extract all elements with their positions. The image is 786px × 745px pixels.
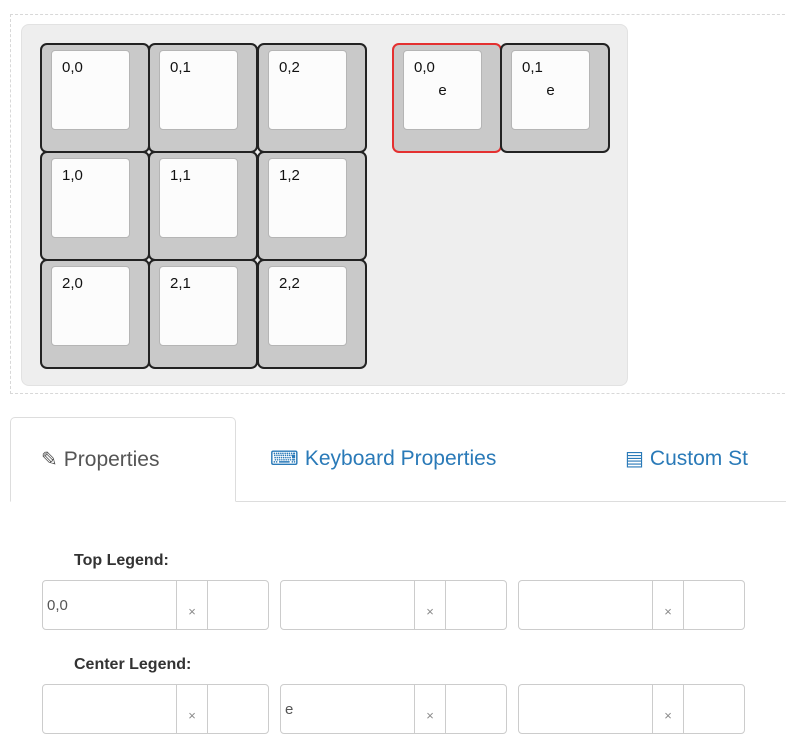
key-top-legend: 2,2 bbox=[279, 275, 300, 292]
tab-properties[interactable]: ✎ Properties bbox=[10, 417, 236, 502]
key-selected-0-0[interactable]: 0,0 e bbox=[392, 43, 502, 153]
center-legend-row: × × × bbox=[42, 684, 762, 734]
key-top-legend: 0,1 bbox=[522, 59, 543, 76]
key-top-legend: 1,2 bbox=[279, 167, 300, 184]
tab-label: Keyboard Properties bbox=[304, 447, 497, 470]
keycap-top: 2,2 bbox=[268, 266, 347, 346]
top-legend-input-center[interactable] bbox=[280, 580, 415, 630]
top-legend-input-right[interactable] bbox=[518, 580, 653, 630]
key-extra-0-1[interactable]: 0,1 e bbox=[500, 43, 610, 153]
tab-keyboard-properties[interactable]: ⌨ Keyboard Properties bbox=[270, 417, 496, 501]
top-legend-color-right[interactable] bbox=[683, 580, 745, 630]
center-legend-label: Center Legend: bbox=[74, 656, 192, 673]
top-legend-row: × × × bbox=[42, 580, 762, 630]
keycap-top: 0,1 bbox=[159, 50, 238, 130]
center-legend-color-right[interactable] bbox=[683, 684, 745, 734]
key-top-legend: 0,0 bbox=[414, 59, 435, 76]
keycap-top: 0,1 e bbox=[511, 50, 590, 130]
top-legend-color-center[interactable] bbox=[445, 580, 507, 630]
center-legend-input-center[interactable] bbox=[280, 684, 415, 734]
keycap-top: 0,2 bbox=[268, 50, 347, 130]
keyboard-icon: ⌨ bbox=[270, 448, 299, 470]
center-legend-color-center[interactable] bbox=[445, 684, 507, 734]
key-2-1[interactable]: 2,1 bbox=[148, 259, 258, 369]
key-0-0[interactable]: 0,0 bbox=[40, 43, 150, 153]
center-legend-input-right[interactable] bbox=[518, 684, 653, 734]
keycap-top: 2,0 bbox=[51, 266, 130, 346]
tab-label: Custom St bbox=[649, 447, 748, 470]
document-icon: ▤ bbox=[625, 448, 644, 470]
key-1-0[interactable]: 1,0 bbox=[40, 151, 150, 261]
clear-icon: × bbox=[188, 708, 196, 723]
keycap-top: 1,2 bbox=[268, 158, 347, 238]
clear-icon: × bbox=[426, 708, 434, 723]
key-0-2[interactable]: 0,2 bbox=[257, 43, 367, 153]
clear-icon: × bbox=[664, 604, 672, 619]
center-legend-clear-center[interactable]: × bbox=[414, 684, 446, 734]
key-2-2[interactable]: 2,2 bbox=[257, 259, 367, 369]
top-legend-label: Top Legend: bbox=[74, 552, 169, 569]
key-center-legend: e bbox=[438, 82, 447, 99]
key-top-legend: 1,1 bbox=[170, 167, 191, 184]
top-legend-input-left[interactable] bbox=[42, 580, 177, 630]
key-0-1[interactable]: 0,1 bbox=[148, 43, 258, 153]
key-top-legend: 0,0 bbox=[62, 59, 83, 76]
key-2-0[interactable]: 2,0 bbox=[40, 259, 150, 369]
clear-icon: × bbox=[188, 604, 196, 619]
tab-label: Properties bbox=[63, 448, 160, 471]
center-legend-clear-left[interactable]: × bbox=[176, 684, 208, 734]
tab-custom-styles[interactable]: ▤ Custom St bbox=[625, 417, 748, 501]
center-legend-input-left[interactable] bbox=[42, 684, 177, 734]
keyboard-canvas[interactable]: 0,0 0,1 0,2 1,0 1,1 1,2 2,0 2,1 2,2 0,0 … bbox=[21, 24, 628, 386]
key-top-legend: 0,1 bbox=[170, 59, 191, 76]
top-legend-clear-right[interactable]: × bbox=[652, 580, 684, 630]
keycap-top: 1,0 bbox=[51, 158, 130, 238]
key-top-legend: 0,2 bbox=[279, 59, 300, 76]
top-legend-clear-center[interactable]: × bbox=[414, 580, 446, 630]
key-1-2[interactable]: 1,2 bbox=[257, 151, 367, 261]
key-1-1[interactable]: 1,1 bbox=[148, 151, 258, 261]
keycap-top: 0,0 e bbox=[403, 50, 482, 130]
center-legend-color-left[interactable] bbox=[207, 684, 269, 734]
keycap-top: 2,1 bbox=[159, 266, 238, 346]
keycap-top: 0,0 bbox=[51, 50, 130, 130]
key-center-legend: e bbox=[546, 82, 555, 99]
center-legend-clear-right[interactable]: × bbox=[652, 684, 684, 734]
edit-icon: ✎ bbox=[41, 449, 58, 471]
key-top-legend: 1,0 bbox=[62, 167, 83, 184]
tab-bar: ✎ Properties ⌨ Keyboard Properties ▤ Custom… bbox=[10, 417, 786, 502]
clear-icon: × bbox=[426, 604, 434, 619]
key-top-legend: 2,0 bbox=[62, 275, 83, 292]
clear-icon: × bbox=[664, 708, 672, 723]
key-top-legend: 2,1 bbox=[170, 275, 191, 292]
top-legend-color-left[interactable] bbox=[207, 580, 269, 630]
keycap-top: 1,1 bbox=[159, 158, 238, 238]
top-legend-clear-left[interactable]: × bbox=[176, 580, 208, 630]
